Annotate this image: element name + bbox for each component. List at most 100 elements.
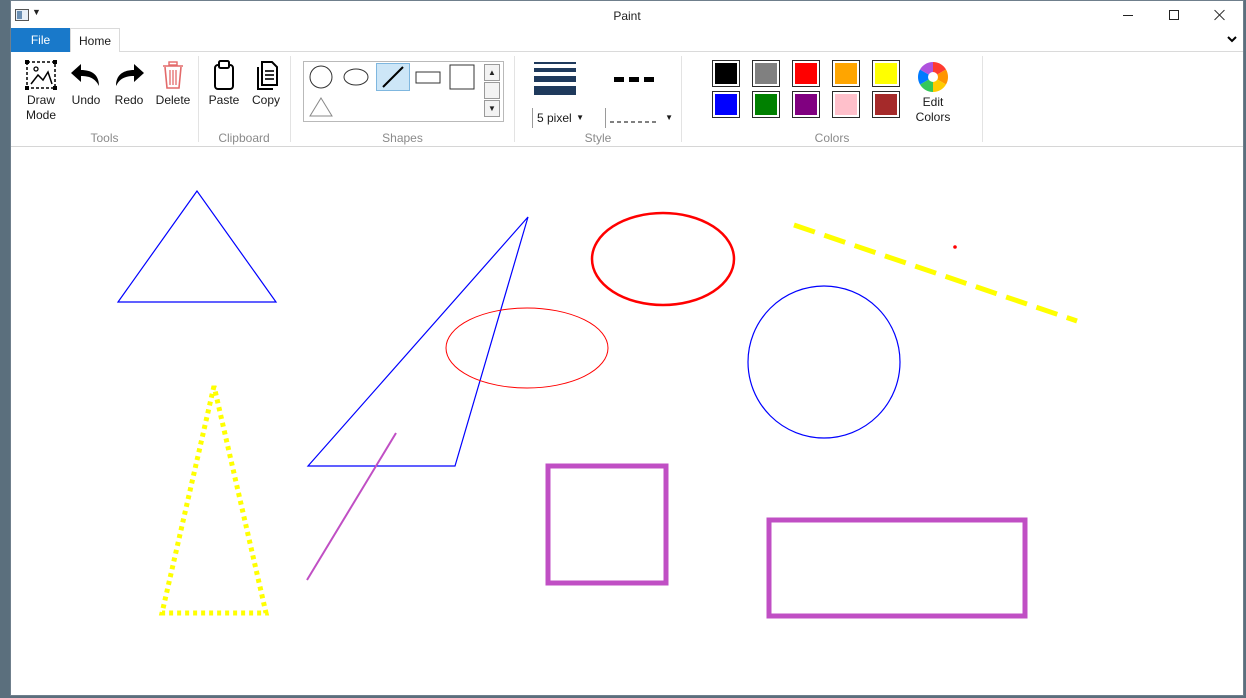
draw-mode-button[interactable]: Draw Mode (20, 58, 62, 123)
thickness-dropdown[interactable]: 5 pixel ▼ (532, 108, 586, 128)
color-wheel-icon (917, 61, 949, 92)
group-clipboard: Paste Copy Clipboard (199, 56, 289, 145)
edit-colors-button[interactable]: Edit Colors (910, 60, 956, 125)
red-dot[interactable] (953, 245, 957, 249)
group-label-style: Style (584, 131, 612, 145)
minimize-button[interactable] (1105, 1, 1151, 29)
draw-mode-icon (25, 60, 57, 90)
color-swatch-blue[interactable] (712, 91, 740, 118)
shape-rectangle-option[interactable] (413, 63, 443, 91)
paste-button[interactable]: Paste (205, 58, 243, 108)
shape-ellipse-option[interactable] (341, 63, 371, 91)
yellow-dashed-line[interactable] (793, 222, 1078, 324)
group-divider (982, 56, 983, 142)
square-shape-icon (449, 64, 475, 90)
group-tools: Draw Mode Undo Redo Delete Tools (11, 56, 198, 145)
dashed-line-preview-icon (610, 121, 658, 123)
window-title: Paint (613, 9, 641, 23)
redo-label: Redo (114, 93, 144, 107)
delete-button[interactable]: Delete (152, 58, 194, 108)
gallery-scroll-up-icon[interactable]: ▲ (484, 64, 500, 81)
thickness-value: 5 pixel (537, 111, 572, 125)
ribbon-tabs: File Home (11, 28, 1243, 53)
gallery-scroll-thumb[interactable] (484, 82, 500, 99)
color-swatch-green[interactable] (752, 91, 780, 118)
canvas-drawing (116, 189, 1078, 619)
minimize-icon (1123, 14, 1133, 16)
group-label-shapes: Shapes (382, 131, 423, 145)
undo-arrow-icon (71, 64, 99, 86)
line-shape-icon (382, 66, 404, 88)
swatch-fill (714, 62, 738, 85)
trash-icon (163, 61, 183, 89)
color-swatch-black[interactable] (712, 60, 740, 87)
group-label-tools: Tools (90, 131, 119, 145)
swatch-fill (794, 62, 818, 85)
group-label-colors: Colors (814, 131, 850, 145)
circle-shape-icon (309, 65, 333, 89)
tab-home[interactable]: Home (70, 28, 120, 53)
paint-window: ▼ Paint File Home Draw Mode Undo Redo De… (10, 0, 1244, 696)
shape-circle-option[interactable] (306, 63, 336, 91)
purple-line[interactable] (306, 432, 397, 581)
color-swatch-brown[interactable] (872, 91, 900, 118)
group-label-clipboard: Clipboard (218, 131, 270, 145)
swatch-fill (834, 93, 858, 116)
group-style: 5 pixel ▼ ▼ Style (515, 56, 681, 145)
delete-label: Delete (155, 93, 191, 107)
close-icon (1214, 9, 1226, 21)
blue-right-triangle[interactable] (306, 216, 529, 467)
shape-line-option[interactable] (376, 63, 410, 91)
maximize-button[interactable] (1151, 1, 1197, 29)
redo-button[interactable]: Redo (109, 58, 149, 108)
color-swatch-red[interactable] (792, 60, 820, 87)
ribbon-collapse-chevron-icon[interactable] (1227, 34, 1237, 44)
swatch-fill (714, 93, 738, 116)
color-swatch-gray[interactable] (752, 60, 780, 87)
dash-style-icon[interactable] (614, 76, 656, 84)
red-ellipse-thin[interactable] (445, 307, 609, 389)
draw-mode-label: Draw Mode (25, 93, 57, 122)
undo-label: Undo (71, 93, 101, 107)
line-thickness-icon[interactable] (534, 62, 576, 96)
edit-colors-label: Edit Colors (915, 95, 951, 124)
swatch-fill (754, 62, 778, 85)
redo-arrow-icon (116, 64, 144, 86)
group-colors: Edit Colors Colors (682, 56, 982, 145)
purple-square[interactable] (545, 463, 669, 586)
swatch-fill (834, 62, 858, 85)
dropdown-arrow-icon: ▼ (576, 113, 584, 122)
paste-label: Paste (208, 93, 240, 107)
dropdown-arrow-icon: ▼ (665, 113, 673, 122)
tab-file[interactable]: File (11, 28, 70, 52)
red-ellipse-thick[interactable] (590, 211, 736, 307)
shape-triangle-option[interactable] (306, 93, 336, 121)
blue-circle[interactable] (747, 285, 901, 439)
drawing-canvas[interactable] (11, 148, 1243, 695)
undo-button[interactable]: Undo (66, 58, 106, 108)
swatch-fill (874, 62, 898, 85)
blue-triangle[interactable] (116, 189, 278, 303)
shapes-gallery-scrollbar[interactable]: ▲ ▼ (484, 64, 500, 119)
ribbon: Draw Mode Undo Redo Delete Tools Paste C… (11, 52, 1243, 147)
swatch-fill (754, 93, 778, 116)
swatch-fill (794, 93, 818, 116)
shape-square-option[interactable] (447, 63, 477, 91)
copy-button[interactable]: Copy (247, 58, 285, 108)
color-swatch-purple[interactable] (792, 91, 820, 118)
purple-rectangle[interactable] (766, 517, 1028, 619)
rectangle-shape-icon (415, 71, 441, 84)
dash-style-dropdown[interactable]: ▼ (605, 108, 675, 128)
title-bar: ▼ Paint (11, 1, 1243, 29)
gallery-expand-down-icon[interactable]: ▼ (484, 100, 500, 117)
ellipse-shape-icon (343, 68, 369, 86)
maximize-icon (1169, 10, 1179, 20)
yellow-dotted-triangle[interactable] (158, 385, 270, 616)
swatch-fill (874, 93, 898, 116)
close-button[interactable] (1197, 1, 1243, 29)
color-swatch-orange[interactable] (832, 60, 860, 87)
color-swatch-yellow[interactable] (872, 60, 900, 87)
clipboard-icon (214, 60, 234, 90)
color-swatch-pink[interactable] (832, 91, 860, 118)
shapes-gallery: ▲ ▼ (303, 61, 504, 122)
